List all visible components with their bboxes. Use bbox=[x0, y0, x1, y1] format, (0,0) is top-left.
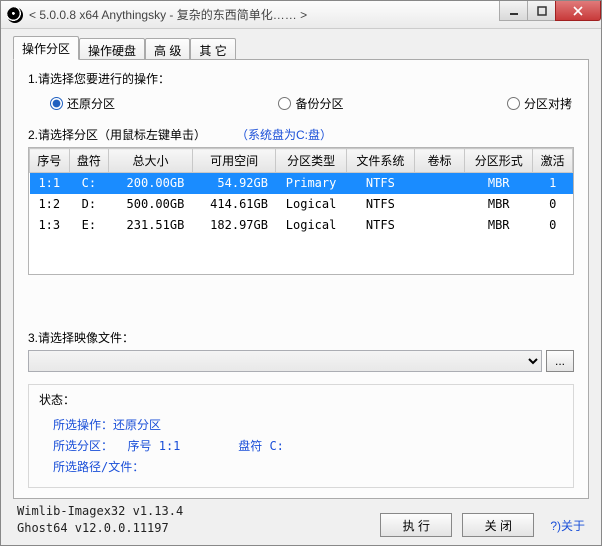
tabstrip: 操作分区 操作硬盘 高 级 其 它 bbox=[13, 35, 589, 59]
col-ptype[interactable]: 分区类型 bbox=[276, 149, 346, 173]
grid-header-row: 序号 盘符 总大小 可用空间 分区类型 文件系统 卷标 分区形式 激活 bbox=[30, 149, 573, 173]
status-title: 状态： bbox=[39, 391, 563, 408]
radio-backup-label: 备份分区 bbox=[295, 95, 343, 112]
col-total[interactable]: 总大小 bbox=[109, 149, 193, 173]
status-box: 状态： 所选操作：还原分区 所选分区： 序号 1:1 盘符 C: 所选路径/文件… bbox=[28, 384, 574, 488]
section3-label: 3.请选择映像文件： bbox=[28, 329, 574, 346]
table-row[interactable]: 1:2D:500.00GB414.61GBLogicalNTFSMBR0 bbox=[30, 194, 573, 215]
table-row[interactable]: 1:3E:231.51GB182.97GBLogicalNTFSMBR0 bbox=[30, 215, 573, 236]
radio-backup-input[interactable] bbox=[278, 97, 291, 110]
radio-clone-input[interactable] bbox=[507, 97, 520, 110]
tab-operate-disk[interactable]: 操作硬盘 bbox=[79, 38, 145, 60]
col-active[interactable]: 激活 bbox=[533, 149, 573, 173]
col-scheme[interactable]: 分区形式 bbox=[465, 149, 533, 173]
close-app-button[interactable]: 关 闭 bbox=[462, 513, 534, 537]
minimize-button[interactable] bbox=[499, 1, 527, 21]
about-link[interactable]: ?)关于 bbox=[550, 517, 585, 534]
close-button[interactable] bbox=[555, 1, 601, 21]
version-wimlib: Wimlib-Imagex32 v1.13.4 bbox=[17, 503, 183, 520]
table-row[interactable]: 1:1C:200.00GB54.92GBPrimaryNTFSMBR1 bbox=[30, 173, 573, 194]
app-window: < 5.0.0.8 x64 Anythingsky - 复杂的东西简单化…… >… bbox=[0, 0, 602, 546]
tab-advanced[interactable]: 高 级 bbox=[145, 38, 190, 60]
version-info: Wimlib-Imagex32 v1.13.4 Ghost64 v12.0.0.… bbox=[17, 503, 183, 537]
operation-radios: 还原分区 备份分区 分区对拷 bbox=[28, 91, 574, 118]
section2-label: 2.请选择分区（用鼠标左键单击） bbox=[28, 126, 206, 143]
radio-restore-label: 还原分区 bbox=[67, 95, 115, 112]
status-operation: 所选操作：还原分区 bbox=[39, 414, 563, 435]
tab-panel: 1.请选择您要进行的操作： 还原分区 备份分区 分区对拷 bbox=[13, 59, 589, 499]
tab-operate-partition[interactable]: 操作分区 bbox=[13, 36, 79, 60]
section1-label: 1.请选择您要进行的操作： bbox=[28, 70, 574, 87]
radio-restore[interactable]: 还原分区 bbox=[50, 95, 115, 112]
image-file-combo[interactable] bbox=[28, 350, 542, 372]
window-controls bbox=[499, 1, 601, 21]
col-free[interactable]: 可用空间 bbox=[192, 149, 276, 173]
col-fs[interactable]: 文件系统 bbox=[346, 149, 414, 173]
execute-button[interactable]: 执 行 bbox=[380, 513, 452, 537]
titlebar[interactable]: < 5.0.0.8 x64 Anythingsky - 复杂的东西简单化…… > bbox=[1, 1, 601, 29]
maximize-button[interactable] bbox=[527, 1, 555, 21]
content-area: 操作分区 操作硬盘 高 级 其 它 1.请选择您要进行的操作： 还原分区 备份分… bbox=[1, 29, 601, 545]
col-seq[interactable]: 序号 bbox=[30, 149, 70, 173]
tab-other[interactable]: 其 它 bbox=[190, 38, 235, 60]
status-partition: 所选分区： 序号 1:1 盘符 C: bbox=[39, 435, 563, 456]
col-vol[interactable]: 卷标 bbox=[415, 149, 465, 173]
system-disk-note: （系统盘为C:盘） bbox=[236, 126, 332, 147]
status-path: 所选路径/文件： bbox=[39, 456, 563, 477]
footer: Wimlib-Imagex32 v1.13.4 Ghost64 v12.0.0.… bbox=[13, 499, 589, 537]
radio-backup[interactable]: 备份分区 bbox=[278, 95, 343, 112]
radio-clone-label: 分区对拷 bbox=[524, 95, 572, 112]
col-letter[interactable]: 盘符 bbox=[69, 149, 109, 173]
app-yinyang-icon bbox=[7, 7, 23, 23]
browse-button[interactable]: ... bbox=[546, 350, 574, 372]
radio-clone[interactable]: 分区对拷 bbox=[507, 95, 572, 112]
radio-restore-input[interactable] bbox=[50, 97, 63, 110]
version-ghost: Ghost64 v12.0.0.11197 bbox=[17, 520, 183, 537]
partition-grid[interactable]: 序号 盘符 总大小 可用空间 分区类型 文件系统 卷标 分区形式 激活 bbox=[28, 147, 574, 275]
